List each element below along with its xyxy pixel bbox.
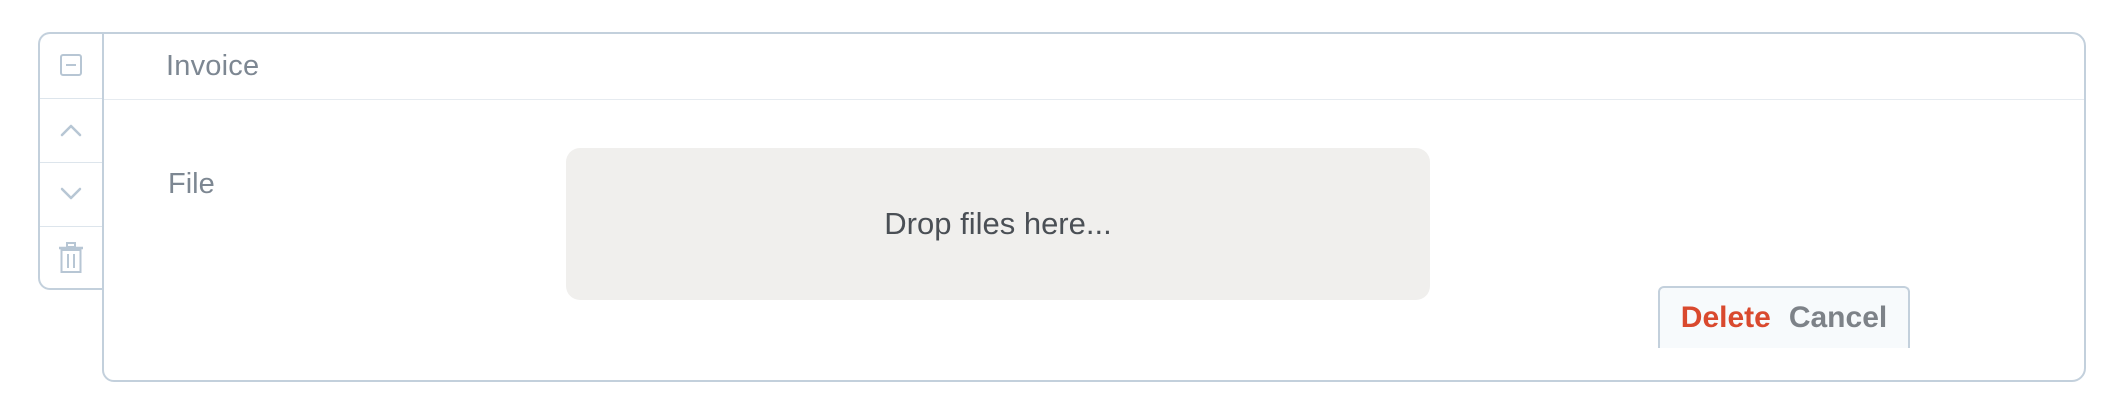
chevron-down-icon	[60, 187, 82, 201]
move-down-button[interactable]	[40, 163, 102, 225]
delete-button[interactable]: Delete	[1681, 301, 1771, 335]
file-field-label: File	[168, 168, 215, 200]
chevron-up-icon	[60, 123, 82, 137]
dropzone-text: Drop files here...	[884, 206, 1112, 241]
block-controls	[38, 32, 102, 290]
minus-square-icon	[59, 53, 83, 77]
file-dropzone[interactable]: Drop files here...	[566, 148, 1430, 300]
collapse-button[interactable]	[40, 34, 102, 96]
block-actions: Delete Cancel	[1658, 286, 1910, 348]
panel-title: Invoice	[166, 50, 260, 82]
block-editor: Invoice File Drop files here... Delete C…	[0, 0, 2114, 402]
move-up-button[interactable]	[40, 99, 102, 161]
cancel-button[interactable]: Cancel	[1789, 301, 1887, 335]
panel-header: Invoice	[104, 34, 2084, 100]
delete-block-button[interactable]	[40, 227, 102, 289]
trash-icon	[58, 242, 84, 274]
